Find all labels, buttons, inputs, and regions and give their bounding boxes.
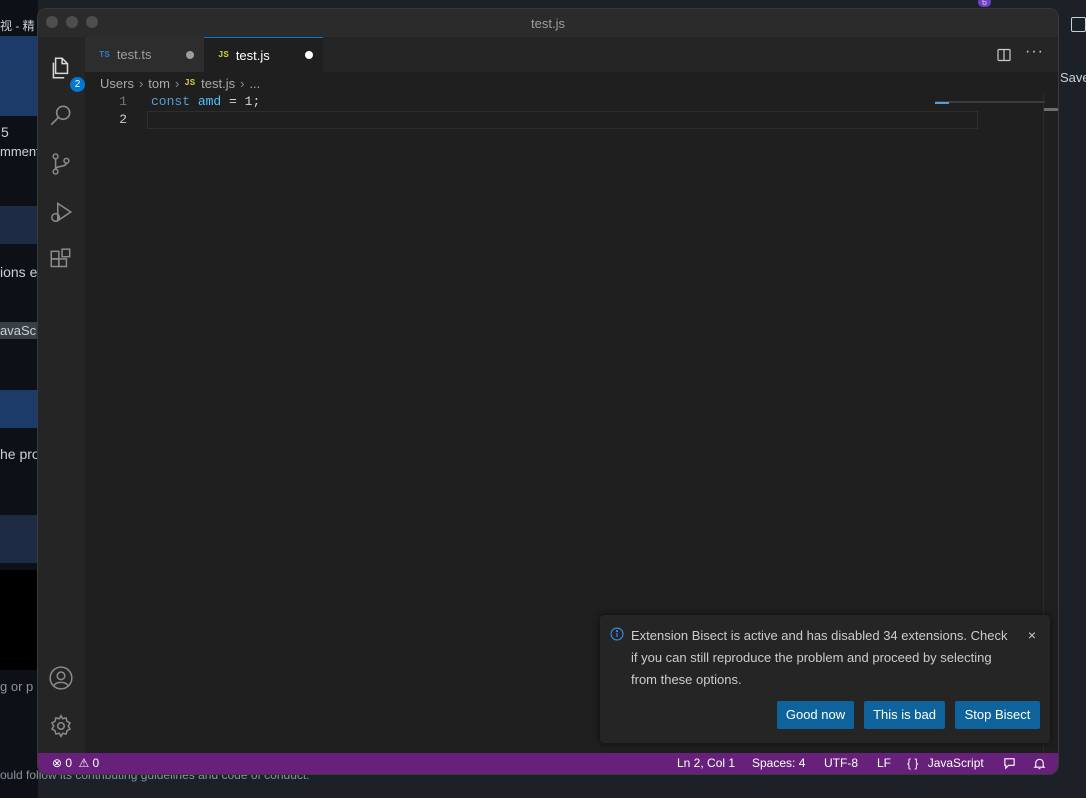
typescript-file-icon: TS [99, 49, 110, 60]
source-control-icon [52, 153, 70, 175]
tab-label: test.ts [116, 47, 152, 62]
bg-notif-badge: 6 [978, 0, 992, 7]
notifications-bell-icon[interactable] [1033, 753, 1046, 774]
this-is-bad-button[interactable]: This is bad [864, 701, 945, 729]
good-now-button[interactable]: Good now [777, 701, 854, 729]
stop-bisect-button[interactable]: Stop Bisect [955, 701, 1040, 729]
keyword-token: const [151, 94, 191, 109]
warning-count: 0 [92, 756, 100, 770]
explorer-badge: 2 [70, 77, 85, 92]
bg-list-icon[interactable] [1071, 17, 1086, 32]
unsaved-dot-icon[interactable] [186, 51, 194, 59]
extensions-icon [50, 248, 71, 268]
cursor-position[interactable]: Ln 2, Col 1 [677, 753, 735, 774]
files-icon [52, 57, 69, 79]
activity-bar: 2 [38, 37, 85, 753]
breadcrumb-file[interactable]: test.js [201, 76, 235, 91]
bg-problem: he pro [0, 446, 40, 462]
breadcrumb-users[interactable]: Users [100, 76, 134, 91]
split-editor-icon[interactable] [997, 48, 1011, 62]
braces-icon: { } [907, 756, 919, 770]
minimap[interactable] [935, 93, 1045, 105]
breadcrumb-more[interactable]: ... [249, 76, 260, 91]
editor-actions: ··· [997, 37, 1044, 72]
info-icon [610, 627, 624, 641]
breadcrumb: Users › tom › JS test.js › ... [100, 74, 260, 92]
source-control-button[interactable] [46, 149, 76, 179]
error-icon: ⊗ [52, 756, 63, 770]
language-label: JavaScript [927, 756, 984, 770]
identifier-token: amd [197, 94, 222, 109]
close-icon[interactable]: × [1028, 628, 1036, 642]
account-icon [49, 666, 73, 690]
code-rest: = 1; [221, 94, 261, 109]
feedback-icon[interactable] [1003, 753, 1016, 774]
line-number: 1 [119, 94, 127, 109]
javascript-file-icon: JS [184, 78, 196, 88]
chevron-right-icon: › [174, 75, 180, 91]
tab-test-ts[interactable]: TS test.ts [85, 37, 205, 72]
window-title: test.js [531, 16, 565, 31]
code-line[interactable]: 1 const amd = 1; [85, 93, 985, 111]
search-icon [50, 105, 71, 126]
warning-icon: ⚠ [78, 756, 90, 770]
indentation[interactable]: Spaces: 4 [752, 753, 805, 774]
chevron-right-icon: › [240, 75, 245, 91]
editor-tab-bar: TS test.ts JS test.js ··· [85, 37, 1058, 72]
chevron-right-icon: › [138, 75, 144, 91]
bg-tab-text: 视 - 精 [0, 19, 35, 33]
bg-prompt: g or p [0, 679, 34, 694]
manage-button[interactable] [46, 711, 76, 741]
settings-gear-icon [50, 714, 72, 738]
extensions-button[interactable] [46, 245, 76, 275]
bg-js-tag: avaScr [0, 322, 41, 339]
title-bar: test.js [38, 9, 1058, 38]
code-text: const amd = 1; [151, 93, 260, 111]
code-line[interactable]: 2 [85, 111, 985, 129]
problems-indicator[interactable]: ⊗ 0 ⚠ 0 [52, 753, 99, 774]
line-number: 2 [119, 112, 127, 127]
breadcrumb-tom[interactable]: tom [148, 76, 170, 91]
extension-bisect-notification: Extension Bisect is active and has disab… [600, 615, 1050, 743]
bg-ions: ions e [0, 264, 38, 280]
search-button[interactable] [46, 101, 76, 131]
encoding[interactable]: UTF-8 [824, 753, 858, 774]
notification-message: Extension Bisect is active and has disab… [631, 628, 1008, 687]
bg-number: 5 [1, 124, 9, 140]
explorer-button[interactable]: 2 [46, 53, 85, 92]
bg-comment: mment [0, 144, 40, 159]
tab-test-js[interactable]: JS test.js [204, 37, 323, 72]
accounts-button[interactable] [46, 663, 76, 693]
more-actions-icon[interactable]: ··· [1025, 43, 1044, 61]
tab-label: test.js [235, 47, 270, 63]
vscode-window: test.js 2 TS test.ts JS test.js ··· User… [37, 8, 1059, 775]
error-count: 0 [65, 756, 73, 770]
run-debug-icon [51, 201, 73, 223]
javascript-file-icon: JS [218, 50, 229, 60]
run-debug-button[interactable] [46, 197, 76, 227]
bg-save-button[interactable]: Save [1060, 70, 1086, 85]
end-of-line[interactable]: LF [877, 753, 891, 774]
unsaved-dot-icon[interactable] [305, 51, 313, 59]
language-mode[interactable]: { } JavaScript [907, 753, 984, 774]
status-bar: ⊗ 0 ⚠ 0 Ln 2, Col 1 Spaces: 4 UTF-8 LF {… [38, 753, 1058, 774]
